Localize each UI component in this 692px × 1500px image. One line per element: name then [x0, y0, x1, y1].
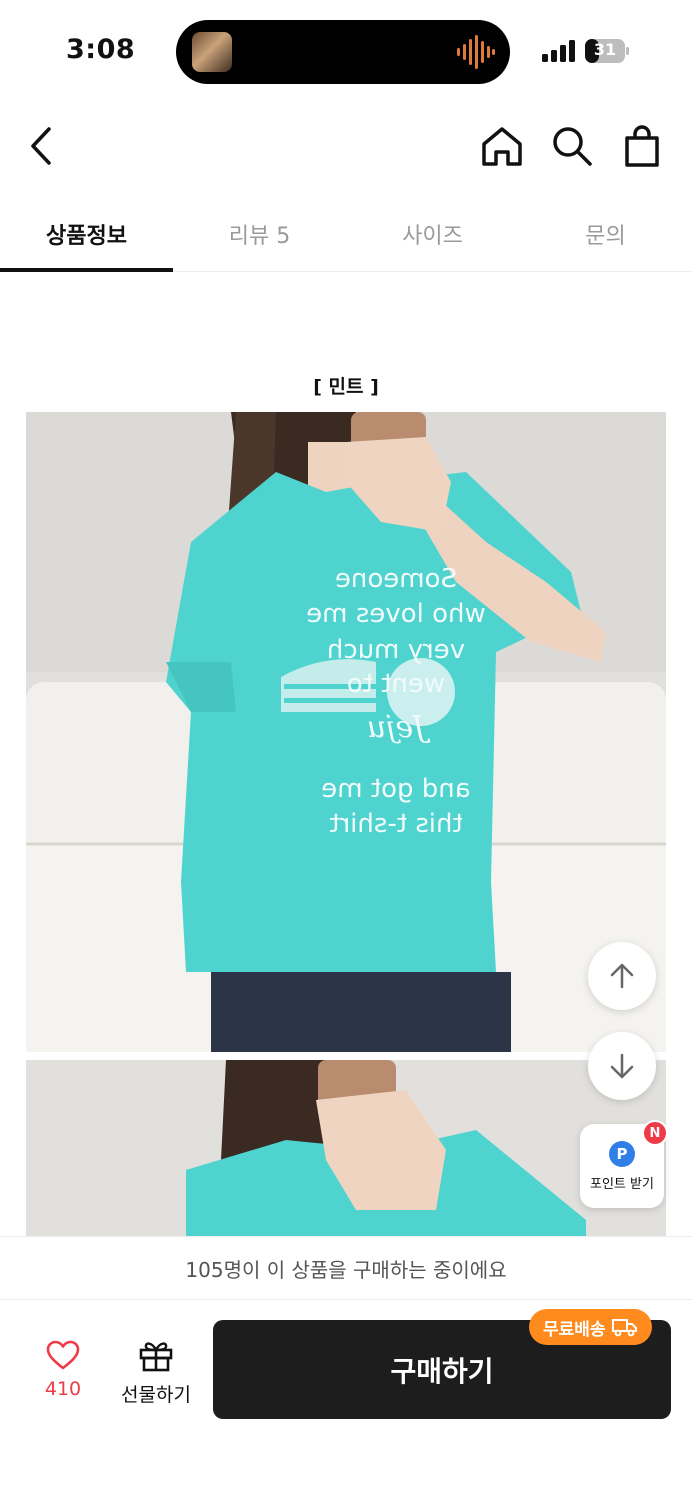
search-icon	[553, 127, 592, 166]
free-shipping-label: 무료배송	[543, 1319, 606, 1340]
svg-text:very much: very much	[327, 635, 465, 665]
shopping-bag-icon	[625, 125, 659, 167]
point-icon: P	[609, 1140, 635, 1167]
tab-product-info[interactable]: 상품정보	[0, 196, 173, 272]
home-icon	[482, 127, 522, 166]
svg-text:Jeju: Jeju	[367, 710, 431, 745]
gift-label: 선물하기	[121, 1384, 191, 1406]
bottom-action-bar: 410 선물하기 구매하기 무료배송	[0, 1300, 692, 1500]
svg-text:this t-shirt: this t-shirt	[329, 809, 462, 839]
purchasing-now-notice: 105명이 이 상품을 구매하는 중이에요	[0, 1236, 692, 1300]
audio-waveform-icon	[457, 35, 495, 69]
color-caption: [ 민트 ]	[313, 376, 379, 398]
new-badge: N	[642, 1120, 668, 1146]
scroll-down-button[interactable]	[588, 1032, 656, 1100]
product-photo: Someone who loves me very much went to J…	[26, 412, 666, 1052]
truck-icon	[611, 1319, 637, 1337]
battery-icon: 31	[584, 38, 630, 64]
arrow-down-icon	[610, 1053, 634, 1079]
clock: 3:08	[66, 34, 136, 65]
gift-icon	[139, 1342, 173, 1372]
heart-icon	[46, 1340, 80, 1370]
product-photo-2	[26, 1060, 666, 1240]
like-button[interactable]: 410	[30, 1340, 96, 1400]
product-tabs: 상품정보 리뷰 5 사이즈 문의	[0, 196, 692, 272]
top-navigation	[0, 100, 692, 196]
shopping-bag-button[interactable]	[618, 122, 666, 170]
like-count: 410	[44, 1378, 82, 1400]
dynamic-island[interactable]	[176, 20, 510, 84]
gift-button[interactable]: 선물하기	[114, 1338, 198, 1407]
status-bar: 3:08 31	[0, 0, 692, 100]
svg-text:who loves me: who loves me	[306, 599, 486, 629]
tab-reviews[interactable]: 리뷰 5	[173, 196, 346, 271]
arrow-up-icon	[610, 963, 634, 989]
free-shipping-badge: 무료배송	[529, 1309, 652, 1345]
scroll-up-button[interactable]	[588, 942, 656, 1010]
cellular-signal-icon	[542, 40, 575, 62]
svg-text:went to: went to	[347, 669, 445, 699]
home-button[interactable]	[478, 122, 526, 170]
tab-size[interactable]: 사이즈	[346, 196, 519, 271]
tab-inquiry[interactable]: 문의	[519, 196, 692, 271]
now-playing-artwork	[192, 32, 232, 72]
get-points-label: 포인트 받기	[590, 1176, 654, 1192]
svg-text:and got me: and got me	[321, 774, 470, 804]
svg-text:Someone: Someone	[335, 564, 457, 594]
chevron-left-icon	[31, 127, 51, 165]
back-button[interactable]	[18, 122, 66, 170]
battery-level: 31	[593, 40, 617, 59]
search-button[interactable]	[548, 122, 596, 170]
